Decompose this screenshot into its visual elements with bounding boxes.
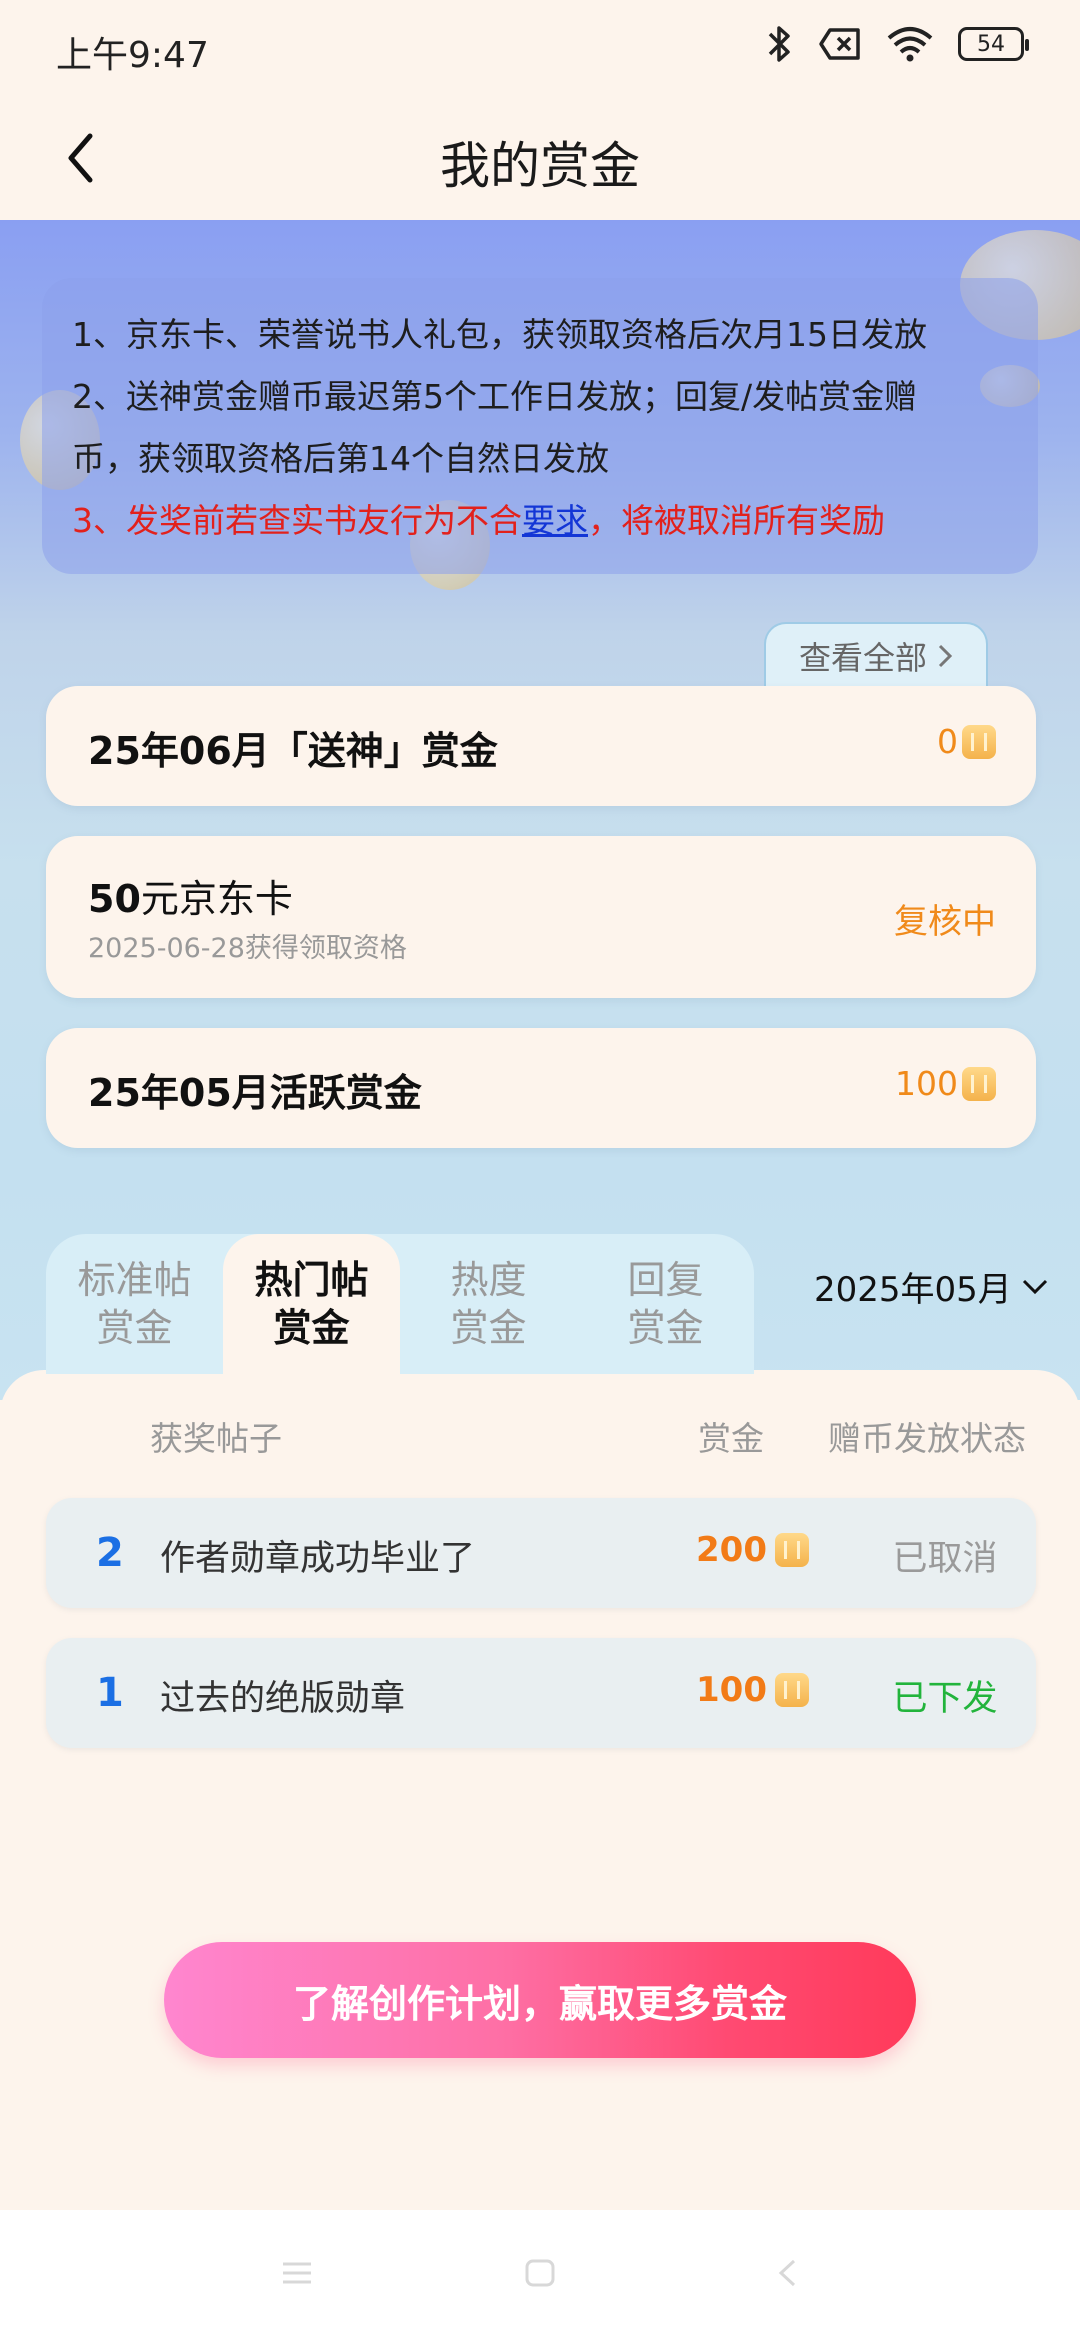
tab-label-line1: 回复	[627, 1258, 704, 1302]
battery-level: 54	[977, 31, 1005, 57]
table-row[interactable]: 2 作者勋章成功毕业了 200 已取消	[46, 1498, 1036, 1608]
card-value-amount: 100	[895, 1064, 958, 1103]
tab-label: 回复 赏金	[627, 1256, 703, 1352]
bounty-card-jd-card[interactable]: 50元京东卡 2025-06-28获得领取资格 复核中	[46, 836, 1036, 998]
notice-line-3-text: 3、发奖前若查实书友行为不合	[72, 501, 522, 540]
back-nav-icon[interactable]	[776, 2258, 798, 2288]
creation-plan-button[interactable]: 了解创作计划，赢取更多赏金	[164, 1942, 916, 2058]
month-selector[interactable]: 2025年05月	[814, 1262, 1048, 1311]
tab-label-line2: 赏金	[96, 1306, 173, 1350]
row-reward-amount: 200	[696, 1530, 767, 1570]
view-all-button[interactable]: 查看全部	[764, 622, 988, 688]
tab-label-line1: 热度	[450, 1258, 527, 1302]
month-value: 2025年05月	[814, 1270, 1012, 1310]
requirements-link[interactable]: 要求	[522, 501, 588, 540]
tab-label-line1: 热门帖	[254, 1258, 369, 1302]
card-title: 50元京东卡	[88, 868, 293, 923]
tab-reply[interactable]: 回复 赏金	[577, 1234, 754, 1374]
tab-popularity[interactable]: 热度 赏金	[400, 1234, 577, 1374]
tab-label-line2: 赏金	[273, 1306, 350, 1350]
tab-standard-post[interactable]: 标准帖 赏金	[46, 1234, 223, 1374]
card-value: 0	[937, 722, 996, 761]
row-status: 已取消	[892, 1539, 998, 1579]
row-reward: 200	[696, 1530, 809, 1570]
bounty-card-active[interactable]: 25年05月活跃赏金 100	[46, 1028, 1036, 1148]
card-title: 25年05月活跃赏金	[88, 1071, 422, 1115]
status-bar: 上午9:47 54	[0, 0, 1080, 96]
view-all-label: 查看全部	[798, 639, 927, 677]
nav-bar: 我的赏金	[0, 96, 1080, 220]
row-rank: 1	[96, 1670, 124, 1716]
card-value: 100	[895, 1064, 996, 1103]
card-value-amount: 0	[937, 722, 958, 761]
notice-line-3-tail: ，将被取消所有奖励	[588, 501, 885, 540]
tab-label: 热门帖 赏金	[254, 1256, 368, 1352]
coin-icon	[774, 1673, 809, 1707]
page-title: 我的赏金	[440, 137, 640, 195]
wifi-icon	[887, 27, 933, 62]
notice-line-2-cont: 币，获领取资格后第14个自然日发放	[72, 439, 609, 478]
menu-icon[interactable]	[280, 2258, 314, 2288]
card-title-text: 元京东卡	[140, 877, 293, 921]
bounty-tabs: 标准帖 赏金 热门帖 赏金 热度 赏金 回复 赏金	[46, 1234, 754, 1374]
tab-hot-post[interactable]: 热门帖 赏金	[223, 1234, 400, 1374]
chevron-right-icon	[938, 644, 953, 668]
row-post-title: 作者勋章成功毕业了	[160, 1539, 476, 1579]
table-row[interactable]: 1 过去的绝版勋章 100 已下发	[46, 1638, 1036, 1748]
tab-label-line2: 赏金	[450, 1306, 527, 1350]
status-time: 上午9:47	[56, 35, 209, 76]
no-sim-icon	[819, 28, 860, 60]
row-reward-amount: 100	[696, 1670, 767, 1710]
system-nav-bar	[0, 2210, 1080, 2340]
row-status: 已下发	[892, 1679, 998, 1719]
row-post-title: 过去的绝版勋章	[160, 1679, 406, 1719]
card-title-amount: 50	[88, 877, 141, 921]
column-header-post: 获奖帖子	[150, 1419, 282, 1458]
notice-line-3: 3、发奖前若查实书友行为不合要求，将被取消所有奖励	[72, 490, 1008, 552]
notice-line-2: 2、送神赏金赠币最迟第5个工作日发放；回复/发帖赏金赠	[72, 377, 918, 416]
content-panel	[0, 1370, 1080, 2210]
tab-label-line2: 赏金	[627, 1306, 704, 1350]
row-rank: 2	[96, 1530, 124, 1576]
home-icon[interactable]	[524, 2258, 556, 2288]
column-header-reward: 赏金	[698, 1419, 764, 1458]
notice-box: 1、京东卡、荣誉说书人礼包，获领取资格后次月15日发放 2、送神赏金赠币最迟第5…	[42, 278, 1038, 574]
card-title: 25年06月「送神」赏金	[88, 729, 498, 773]
battery-icon: 54	[958, 27, 1029, 61]
column-header-status: 赠币发放状态	[828, 1419, 1026, 1458]
card-status: 复核中	[894, 902, 996, 942]
bluetooth-icon	[768, 26, 790, 62]
status-icons: 54	[766, 24, 1029, 64]
tab-label-line1: 标准帖	[77, 1258, 192, 1302]
tab-label: 热度 赏金	[450, 1256, 526, 1352]
notice-line-1: 1、京东卡、荣誉说书人礼包，获领取资格后次月15日发放	[72, 315, 927, 354]
row-reward: 100	[696, 1670, 809, 1710]
coin-icon	[962, 1066, 996, 1101]
bounty-card-send-god[interactable]: 25年06月「送神」赏金 0	[46, 686, 1036, 806]
coin-icon	[774, 1533, 809, 1567]
card-subtitle: 2025-06-28获得领取资格	[88, 933, 407, 964]
tab-label: 标准帖 赏金	[77, 1256, 191, 1352]
coin-icon	[962, 724, 996, 759]
chevron-down-icon	[1022, 1279, 1047, 1294]
